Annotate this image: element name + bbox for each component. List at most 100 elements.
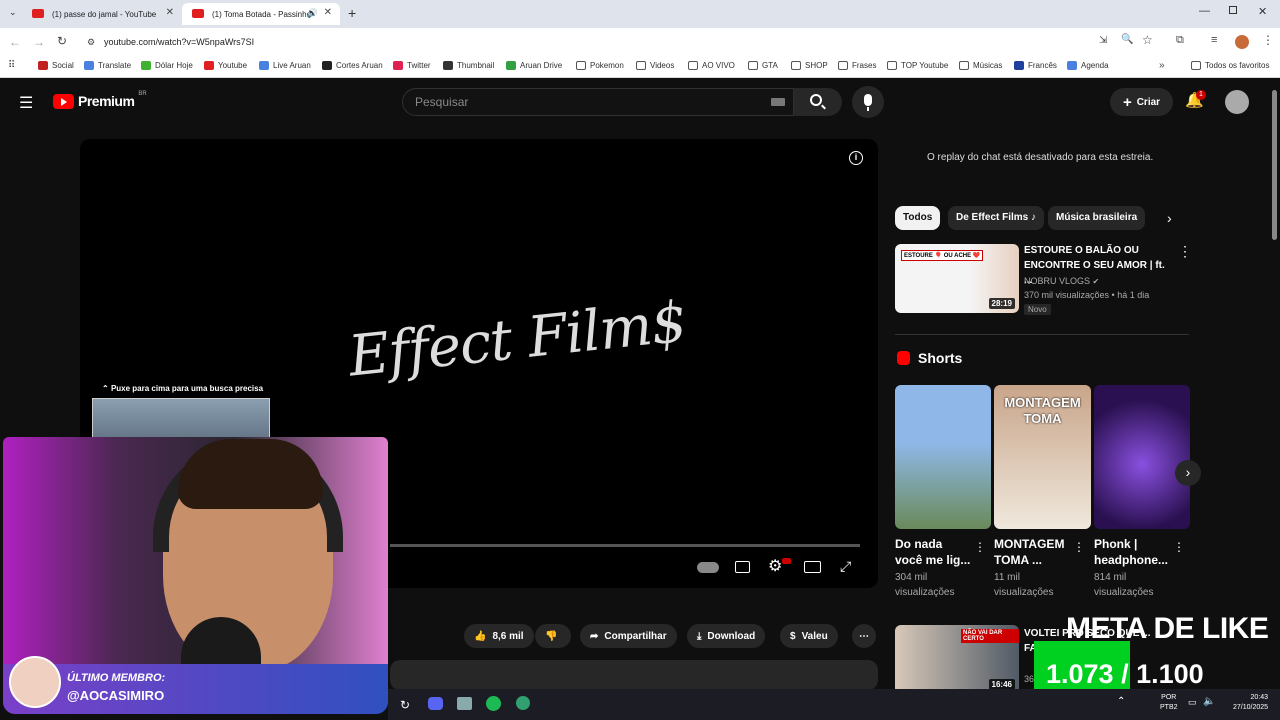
subtitles-icon[interactable]: [735, 561, 750, 573]
share-button[interactable]: ➦ Compartilhar: [580, 624, 677, 648]
bookmark-dolar-hoje[interactable]: Dólar Hoje: [141, 61, 193, 70]
tab-list-chevron-icon[interactable]: ⌄: [9, 7, 17, 18]
theater-mode-icon[interactable]: [804, 561, 821, 573]
bookmark-star-icon[interactable]: ☆: [1142, 33, 1153, 47]
more-options-icon[interactable]: ⋮: [974, 540, 986, 554]
minimize-icon[interactable]: —: [1199, 5, 1210, 17]
bookmark-videos[interactable]: Videos: [636, 61, 674, 70]
drive-icon: [506, 61, 516, 70]
apps-grid-icon[interactable]: ⠿: [8, 60, 15, 71]
voice-search-button[interactable]: [852, 86, 884, 118]
progress-bar[interactable]: [390, 544, 860, 547]
more-options-icon[interactable]: ⋮: [1178, 243, 1192, 260]
search-input[interactable]: Pesquisar: [402, 88, 794, 116]
volume-icon[interactable]: 🔈: [1203, 696, 1215, 707]
tray-chevron-icon[interactable]: ⌃: [1117, 696, 1125, 707]
download-button[interactable]: ⤓ Download: [687, 624, 766, 648]
zoom-icon[interactable]: 🔍: [1121, 34, 1133, 45]
language-indicator[interactable]: POR PTB2: [1160, 693, 1178, 713]
profile-avatar[interactable]: [1235, 35, 1249, 49]
more-options-icon[interactable]: ⋮: [1073, 540, 1085, 554]
page-scrollbar[interactable]: [1272, 90, 1277, 240]
bookmark-gta[interactable]: GTA: [748, 61, 778, 70]
autoplay-toggle[interactable]: [697, 562, 719, 573]
next-video-thumbnail[interactable]: NÃO VAI DAR CERTO 16:46: [895, 625, 1019, 694]
thanks-button[interactable]: $ Valeu: [780, 624, 838, 648]
account-avatar[interactable]: [1225, 90, 1249, 114]
chevron-right-icon[interactable]: ›: [1167, 210, 1172, 226]
hint-thumbnail[interactable]: [92, 398, 270, 438]
tab-close-icon[interactable]: ✕: [166, 7, 174, 18]
tab-passe-do-jamal[interactable]: (1) passe do jamal - YouTube ✕: [22, 3, 182, 25]
translate-icon: [84, 61, 94, 70]
dislike-button[interactable]: 👎: [535, 624, 571, 648]
short-title[interactable]: MONTAGEM TOMA ...: [994, 536, 1070, 568]
settings-icon[interactable]: ⚙: [768, 556, 782, 576]
short-title[interactable]: Phonk | headphone...: [1094, 536, 1170, 568]
bookmark-translate[interactable]: Translate: [84, 61, 131, 70]
bookmark-frases[interactable]: Frases: [838, 61, 876, 70]
description-box[interactable]: [390, 660, 878, 690]
recommended-thumbnail[interactable]: ESTOURE 🎈 OU ACHE ❤️ 28:19: [895, 244, 1019, 313]
spotify-icon[interactable]: [486, 696, 501, 711]
restore-icon[interactable]: [1229, 6, 1237, 14]
reload-icon[interactable]: ↻: [57, 34, 67, 48]
youtube-logo[interactable]: Premium BR: [53, 91, 147, 109]
install-app-icon[interactable]: ⇲: [1099, 35, 1107, 46]
like-button[interactable]: 👍 8,6 mil: [464, 624, 534, 648]
short-views: 304 mil visualizações: [895, 572, 955, 598]
bookmark-top-youtube[interactable]: TOP Youtube: [887, 61, 948, 70]
bookmark-social[interactable]: Social: [38, 61, 74, 70]
close-window-icon[interactable]: ✕: [1258, 5, 1267, 18]
short-thumbnail[interactable]: MONTAGEM TOMA: [994, 385, 1091, 529]
new-tab-button[interactable]: +: [348, 5, 356, 21]
bookmark-twitter[interactable]: Twitter: [393, 61, 431, 70]
bookmark-thumbnail[interactable]: Thumbnail: [443, 61, 494, 70]
short-title[interactable]: Do nada você me lig...: [895, 536, 971, 568]
shorts-next-button[interactable]: ›: [1175, 460, 1201, 486]
audio-playing-icon[interactable]: 🔊: [307, 8, 318, 19]
chip-all[interactable]: Todos: [895, 206, 941, 230]
chip-musica-brasileira[interactable]: Música brasileira: [1048, 206, 1146, 230]
site-info-icon[interactable]: ⚙: [87, 32, 95, 52]
more-bookmarks-icon[interactable]: »: [1159, 60, 1165, 71]
forward-icon[interactable]: →: [33, 35, 45, 49]
bookmark-cortes-aruan[interactable]: Cortes Aruan: [322, 61, 383, 70]
bookmark-pokemon[interactable]: Pokemon: [576, 61, 624, 70]
more-actions-button[interactable]: ⋯: [852, 624, 876, 648]
short-thumbnail[interactable]: [895, 385, 991, 529]
extensions-icon[interactable]: ⧉: [1176, 34, 1184, 47]
bookmark-musicas[interactable]: Músicas: [959, 61, 1002, 70]
bookmark-youtube[interactable]: Youtube: [204, 61, 247, 70]
fullscreen-icon[interactable]: ⤢: [840, 558, 851, 575]
bookmark-all-favorites[interactable]: Todos os favoritos: [1191, 61, 1269, 70]
short-thumbnail[interactable]: [1094, 385, 1190, 529]
bookmark-aruan-drive[interactable]: Aruan Drive: [506, 61, 562, 70]
clock[interactable]: 20:43 27/10/2025: [1233, 693, 1268, 713]
create-button[interactable]: + Criar: [1110, 88, 1173, 116]
youtube-favicon-icon: [32, 9, 44, 18]
reading-list-icon[interactable]: ≡: [1211, 34, 1217, 46]
tab-toma-botada[interactable]: (1) Toma Botada - Passinho 🔊 ✕: [182, 3, 340, 25]
bookmark-ao-vivo[interactable]: AO VIVO: [688, 61, 735, 70]
more-options-icon[interactable]: ⋮: [1173, 540, 1185, 554]
info-icon[interactable]: i: [849, 151, 863, 165]
tab-close-icon[interactable]: ✕: [324, 7, 332, 18]
browser-menu-icon[interactable]: ⋮: [1262, 33, 1274, 47]
chip-effect-films[interactable]: De Effect Films ♪: [948, 206, 1045, 230]
back-icon[interactable]: ←: [9, 35, 21, 49]
bookmark-shop[interactable]: SHOP: [791, 61, 828, 70]
keyboard-icon[interactable]: [771, 98, 785, 106]
network-icon[interactable]: ▭: [1188, 697, 1197, 708]
search-button[interactable]: [794, 88, 842, 116]
bookmark-frances[interactable]: Francês: [1014, 61, 1057, 70]
discord-icon[interactable]: [428, 697, 443, 710]
bookmark-live-aruan[interactable]: Live Aruan: [259, 61, 311, 70]
recommended-channel[interactable]: NOBRU VLOGS ✔: [1024, 274, 1099, 289]
app-icon[interactable]: ↻: [400, 698, 410, 712]
address-bar[interactable]: ⚙ youtube.com/watch?v=W5npaWrs7SI: [78, 32, 1164, 52]
app-icon[interactable]: [516, 696, 530, 710]
menu-icon[interactable]: ☰: [19, 93, 33, 113]
camera-icon[interactable]: [457, 697, 472, 710]
bookmark-agenda[interactable]: Agenda: [1067, 61, 1109, 70]
